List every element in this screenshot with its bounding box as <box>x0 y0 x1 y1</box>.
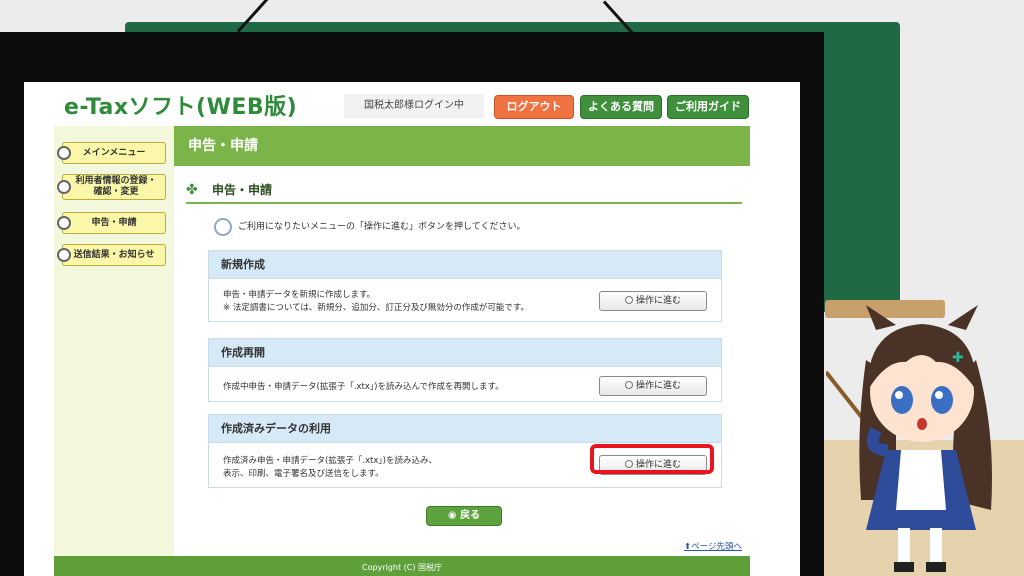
sidebar-item-user-info[interactable]: 利用者情報の登録・確認・変更 <box>57 174 166 200</box>
proceed-button[interactable]: 操作に進む <box>599 291 707 311</box>
chevron-circle-icon <box>624 296 633 304</box>
panel-new: 新規作成 申告・申請データを新規に作成します。 ※ 法定調書については、新規分、… <box>208 250 722 322</box>
hair-ear-left <box>866 305 896 330</box>
mail-icon <box>57 248 71 262</box>
shoe-right <box>926 562 946 572</box>
sidebar: メインメニュー 利用者情報の登録・確認・変更 申告・申請 送信結果・お知らせ <box>54 126 174 556</box>
faq-button[interactable]: よくある質問 <box>580 95 662 119</box>
panel-title: 作成再開 <box>209 339 721 367</box>
sidebar-item-results[interactable]: 送信結果・お知らせ <box>57 244 166 266</box>
etax-logo: e-Taxソフト(WEB版) <box>64 95 298 120</box>
screen-frame: e-Taxソフト(WEB版) 国税太郎様ログイン中 ログアウト よくある質問 ご… <box>0 32 824 576</box>
chevron-circle-icon: ◉ <box>447 510 461 521</box>
logout-button[interactable]: ログアウト <box>494 95 574 119</box>
shoe-left <box>894 562 914 572</box>
eye-left-shine <box>895 391 903 399</box>
info-icon <box>214 218 232 236</box>
proceed-button[interactable]: 操作に進む <box>599 376 707 396</box>
proceed-button-label: 操作に進む <box>635 296 681 306</box>
sidebar-item-label: 利用者情報の登録・確認・変更 <box>75 176 157 197</box>
document-icon <box>57 216 71 230</box>
hair-clip-icon: ✚ <box>952 350 964 366</box>
highlight-box <box>590 444 714 474</box>
section-heading-text: 申告・申請 <box>212 183 273 197</box>
eye-left <box>891 386 913 414</box>
sidebar-item-filing[interactable]: 申告・申請 <box>57 212 166 234</box>
apron <box>896 450 946 510</box>
mouth <box>917 418 927 430</box>
main-content: 申告・申請 ✤ 申告・申請 ご利用になりたいメニューの「操作に進む」ボタンを押し… <box>174 126 800 556</box>
login-status: 国税太郎様ログイン中 <box>344 94 484 118</box>
sidebar-item-main-menu[interactable]: メインメニュー <box>57 142 166 164</box>
page-top-label: ページ先頭へ <box>691 542 742 552</box>
back-button-label: 戻る <box>460 510 481 521</box>
panel-resume: 作成再開 作成中申告・申請データ(拡張子「.xtx」)を読み込んで作成を再開しま… <box>208 338 722 402</box>
footer: Copyright (C) 国税庁 <box>54 556 750 576</box>
sidebar-item-label: 申告・申請 <box>91 217 137 228</box>
panel-body: 作成中申告・申請データ(拡張子「.xtx」)を読み込んで作成を再開します。 操作… <box>209 367 721 404</box>
guide-button[interactable]: ご利用ガイド <box>667 95 749 119</box>
eye-right <box>931 386 953 414</box>
panel-title: 新規作成 <box>209 251 721 279</box>
hair-ear-right <box>948 305 978 330</box>
sidebar-item-label: 送信結果・お知らせ <box>73 249 155 260</box>
etax-window: e-Taxソフト(WEB版) 国税太郎様ログイン中 ログアウト よくある質問 ご… <box>24 82 800 576</box>
proceed-button-label: 操作に進む <box>635 381 681 391</box>
section-heading: ✤ 申告・申請 <box>186 178 742 204</box>
instruction-text: ご利用になりたいメニューの「操作に進む」ボタンを押してください。 <box>238 222 526 232</box>
chevron-circle-icon <box>624 381 633 389</box>
sidebar-item-label: メインメニュー <box>82 147 146 158</box>
instruction: ご利用になりたいメニューの「操作に進む」ボタンを押してください。 <box>214 218 525 236</box>
panel-title: 作成済みデータの利用 <box>209 415 721 443</box>
back-button[interactable]: ◉ 戻る <box>426 506 502 526</box>
panel-body: 申告・申請データを新規に作成します。 ※ 法定調書については、新規分、追加分、訂… <box>209 279 721 325</box>
user-icon <box>57 180 71 194</box>
guide-character: ✚ <box>826 305 992 572</box>
eye-right-shine <box>935 391 943 399</box>
page-top-link[interactable]: ⬆ページ先頭へ <box>684 540 742 552</box>
page-title: 申告・申請 <box>174 126 750 166</box>
clover-icon: ✤ <box>186 182 198 198</box>
header: e-Taxソフト(WEB版) 国税太郎様ログイン中 ログアウト よくある質問 ご… <box>24 82 800 126</box>
home-icon <box>57 146 71 160</box>
